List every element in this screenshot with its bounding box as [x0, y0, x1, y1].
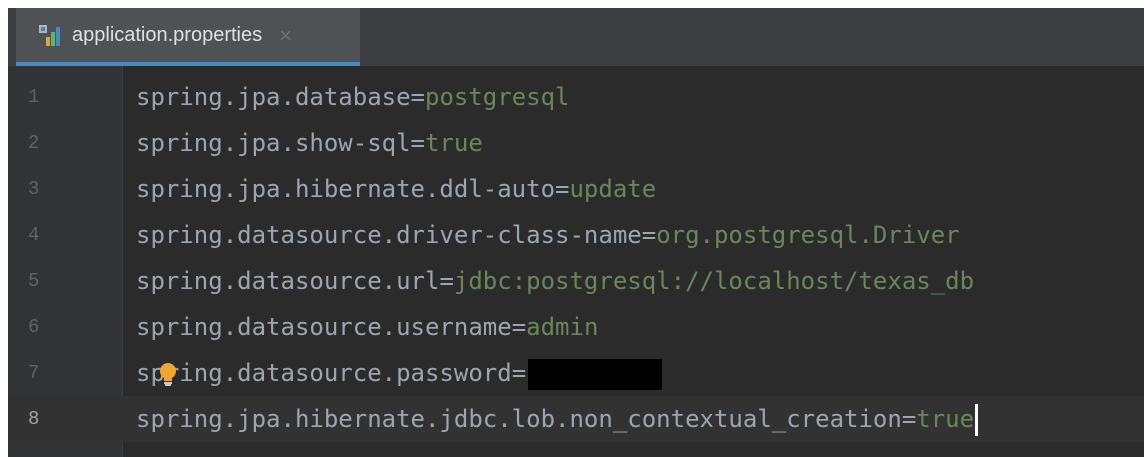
property-key: spring.jpa.hibernate.jdbc.lob.non_contex… [136, 405, 902, 433]
code-line[interactable]: 7 spring.datasource.password= [8, 350, 1144, 396]
code-text: spring.datasource.url=jdbc:postgresql://… [136, 258, 974, 304]
property-value: true [425, 129, 483, 157]
property-value: true [916, 405, 975, 433]
equals-sign: = [439, 267, 454, 295]
property-value: jdbc:postgresql://localhost/texas_db [453, 267, 975, 295]
code-line[interactable]: 6 spring.datasource.username=admin [8, 304, 1144, 350]
code-text: spring.jpa.database=postgresql [136, 74, 570, 120]
tab-label: application.properties [72, 23, 263, 46]
equals-sign: = [410, 129, 425, 157]
property-key: spring.datasource.username [136, 313, 512, 341]
ide-window: application.properties × 1 spring.jpa.da… [8, 8, 1144, 457]
line-number: 5 [28, 270, 40, 292]
property-key: spring.datasource.url [136, 267, 440, 295]
code-text: spring.datasource.username=admin [136, 304, 598, 350]
text-caret [975, 404, 979, 436]
code-editor[interactable]: 1 spring.jpa.database=postgresql 2 sprin… [8, 66, 1144, 457]
code-line[interactable]: 1 spring.jpa.database=postgresql [8, 74, 1144, 120]
line-number: 1 [28, 86, 40, 108]
equals-sign: = [410, 83, 425, 111]
property-value: admin [526, 313, 599, 341]
property-key: spring.datasource.password [136, 359, 512, 387]
tab-application-properties[interactable]: application.properties × [16, 8, 360, 66]
equals-sign: = [901, 405, 917, 433]
property-key: spring.datasource.driver-class-name [136, 221, 642, 249]
equals-sign: = [511, 359, 527, 387]
line-number: 2 [28, 132, 40, 154]
code-line[interactable]: 4 spring.datasource.driver-class-name=or… [8, 212, 1144, 258]
code-line[interactable]: 3 spring.jpa.hibernate.ddl-auto=update [8, 166, 1144, 212]
line-number: 3 [28, 178, 40, 200]
close-icon[interactable]: × [278, 25, 293, 46]
code-line[interactable]: 5 spring.datasource.url=jdbc:postgresql:… [8, 258, 1144, 304]
code-line-current[interactable]: 8 spring.jpa.hibernate.jdbc.lob.non_cont… [8, 396, 1144, 442]
line-number: 4 [28, 224, 40, 246]
code-text: spring.jpa.hibernate.jdbc.lob.non_contex… [136, 396, 979, 442]
property-key: spring.jpa.database [136, 83, 411, 111]
line-number: 7 [28, 362, 40, 384]
line-number: 6 [28, 316, 40, 338]
lightbulb-icon[interactable] [157, 362, 179, 386]
editor-tab-bar: application.properties × [8, 8, 1144, 66]
property-key: spring.jpa.hibernate.ddl-auto [136, 175, 556, 203]
properties-file-icon [38, 23, 64, 47]
code-text: spring.jpa.hibernate.ddl-auto=update [136, 166, 656, 212]
code-text: spring.datasource.driver-class-name=org.… [136, 212, 960, 258]
equals-sign: = [641, 221, 657, 249]
property-value: org.postgresql.Driver [656, 221, 960, 249]
property-value: update [569, 175, 657, 203]
code-line[interactable]: 2 spring.jpa.show-sql=true [8, 120, 1144, 166]
redacted-password [528, 358, 663, 390]
code-text: spring.datasource.password= [136, 350, 663, 396]
property-value: postgresql [425, 83, 570, 111]
property-key: spring.jpa.show-sql [136, 129, 411, 157]
equals-sign: = [511, 313, 527, 341]
equals-sign: = [555, 175, 570, 203]
line-number: 8 [28, 408, 40, 430]
code-text: spring.jpa.show-sql=true [136, 120, 483, 166]
